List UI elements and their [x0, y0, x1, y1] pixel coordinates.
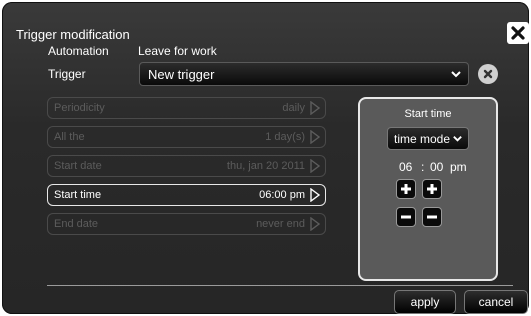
cancel-button[interactable]: cancel [464, 290, 528, 314]
trigger-label: Trigger [48, 67, 86, 81]
hour-decrement-button[interactable] [396, 207, 416, 227]
hour-increment-button[interactable] [396, 179, 416, 199]
plus-icon [427, 184, 437, 194]
row-value: never end [256, 218, 305, 230]
minus-icon [427, 215, 437, 219]
play-arrow-icon [310, 159, 321, 173]
chevron-down-icon [453, 136, 462, 142]
row-start-date[interactable]: Start date thu, jan 20 2011 [47, 155, 326, 177]
row-end-date[interactable]: End date never end [47, 213, 326, 235]
row-label: Start date [54, 160, 102, 172]
row-label: Periodicity [54, 102, 105, 114]
hour-value: 06 [399, 160, 413, 174]
chevron-down-icon [451, 71, 461, 78]
row-periodicity[interactable]: Periodicity daily [47, 97, 326, 119]
minute-increment-button[interactable] [422, 179, 442, 199]
row-value: 06:00 pm [259, 189, 305, 201]
divider [47, 285, 513, 286]
row-value: thu, jan 20 2011 [226, 160, 305, 172]
trigger-select[interactable]: New trigger [139, 62, 469, 86]
row-value: 1 day(s) [265, 131, 305, 143]
dialog-title: Trigger modification [16, 27, 130, 42]
apply-button[interactable]: apply [394, 290, 456, 314]
trigger-modification-dialog: Trigger modification Automation Leave fo… [2, 2, 529, 314]
start-time-panel: Start time time mode 06 : 00 pm [358, 97, 498, 281]
minute-decrement-button[interactable] [422, 207, 442, 227]
time-mode-value: time mode [394, 132, 451, 146]
panel-title: Start time [404, 108, 452, 120]
plus-icon [401, 184, 411, 194]
trigger-select-value: New trigger [148, 67, 215, 82]
row-label: All the [54, 131, 85, 143]
time-mode-select[interactable]: time mode [387, 127, 469, 150]
row-value: daily [282, 102, 305, 114]
row-label: Start time [54, 189, 102, 201]
clear-trigger-button[interactable] [478, 64, 498, 84]
automation-value: Leave for work [138, 44, 217, 58]
time-separator: : [421, 160, 425, 174]
row-start-time[interactable]: Start time 06:00 pm [47, 184, 326, 206]
row-label: End date [54, 218, 99, 230]
row-all-the[interactable]: All the 1 day(s) [47, 126, 326, 148]
minute-value: 00 [430, 160, 444, 174]
play-arrow-icon [310, 217, 321, 231]
play-arrow-icon [310, 101, 321, 115]
play-arrow-icon [310, 130, 321, 144]
clear-icon [483, 69, 493, 79]
close-icon [511, 26, 525, 40]
play-arrow-icon [310, 188, 321, 202]
minus-icon [401, 215, 411, 219]
automation-label: Automation [48, 44, 109, 58]
ampm-value: pm [450, 160, 467, 174]
close-button[interactable] [507, 22, 529, 44]
